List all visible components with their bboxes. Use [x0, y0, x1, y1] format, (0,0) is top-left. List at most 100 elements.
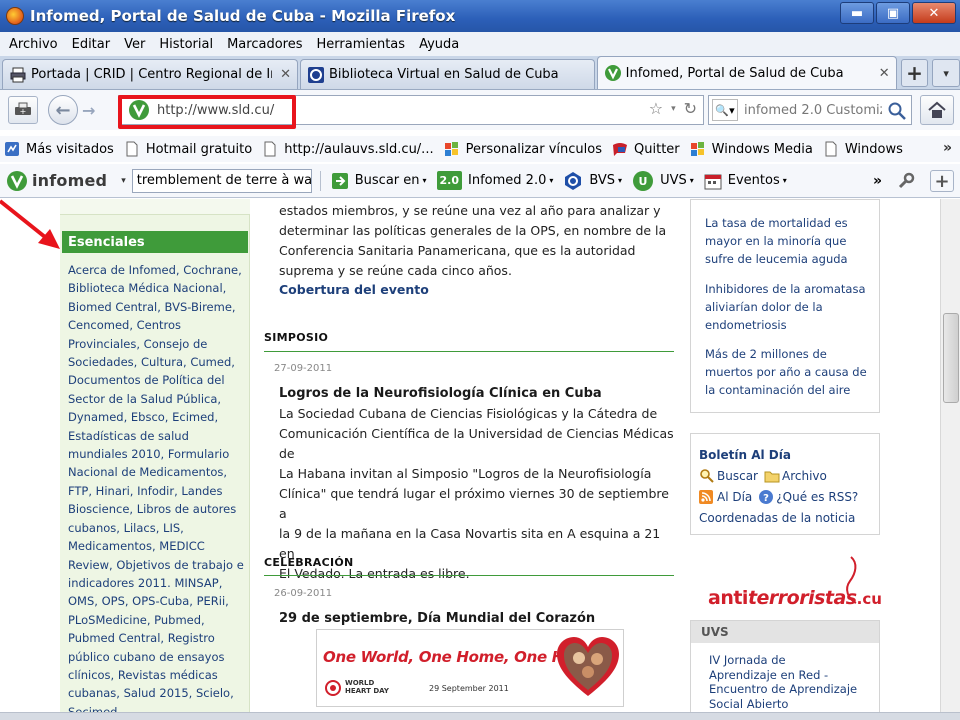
world-heart-day-banner[interactable]: One World, One Home, One Heart. WORLD HE…: [316, 629, 624, 707]
intro-line: determinar las políticas generales de la…: [279, 223, 667, 238]
scrollbar-thumb[interactable]: [943, 313, 959, 403]
chevron-down-icon[interactable]: ▾: [121, 176, 126, 186]
cobertura-link[interactable]: Cobertura del evento: [279, 282, 679, 297]
svg-text:+: +: [20, 107, 27, 116]
news-item[interactable]: La tasa de mortalidad es mayor en la min…: [705, 214, 848, 268]
maximize-button[interactable]: ▣: [876, 2, 910, 24]
article-title-neurofisiologia[interactable]: Logros de la Neurofisiología Clínica en …: [279, 386, 602, 401]
menu-herramientas[interactable]: Herramientas: [312, 37, 411, 52]
section-rule: [264, 351, 674, 352]
section-rule: [264, 575, 674, 576]
add-toolbar-item-button[interactable]: +: [930, 170, 954, 192]
firefox-logo-icon: [6, 7, 24, 25]
section-simposio: SIMPOSIO: [264, 331, 329, 344]
chevron-down-icon[interactable]: ▾: [671, 104, 676, 114]
bookmark-aulauvs[interactable]: http://aulauvs.sld.cu/...: [262, 141, 434, 157]
left-column-top-box: [60, 199, 250, 215]
coordenadas-link[interactable]: Coordenadas de la noticia: [699, 511, 855, 525]
toolbar-overflow-button[interactable]: »: [873, 173, 882, 189]
page-content: Esenciales Acerca de Infomed, Cochrane, …: [0, 199, 940, 720]
intro-line: Conferencia Sanitaria Panamericana, que …: [279, 243, 636, 258]
calendar-icon: [704, 174, 722, 189]
bookmark-hotmail[interactable]: Hotmail gratuito: [124, 141, 252, 157]
windows-icon: [444, 142, 458, 156]
menu-marcadores[interactable]: Marcadores: [222, 37, 307, 52]
star-icon[interactable]: ☆: [649, 99, 663, 118]
boletin-buscar-link[interactable]: Buscar: [717, 469, 758, 483]
uvs-news-item[interactable]: IV Jornada de Aprendizaje en Red - Encue…: [709, 653, 857, 711]
bookmark-manager-button[interactable]: +: [8, 96, 38, 124]
wrench-icon[interactable]: [896, 171, 916, 191]
tab-close-icon[interactable]: ✕: [879, 66, 890, 81]
article-title-corazon[interactable]: 29 de septiembre, Día Mundial del Corazó…: [279, 611, 595, 626]
bookmark-windows-media[interactable]: Windows Media: [690, 141, 813, 157]
buscar-en-button[interactable]: Buscar en ▾: [331, 172, 427, 190]
reload-icon[interactable]: ↻: [684, 99, 697, 118]
menu-ver[interactable]: Ver: [119, 37, 150, 52]
news-item[interactable]: Inhibidores de la aromatasa aliviarían d…: [705, 280, 866, 334]
menu-editar[interactable]: Editar: [67, 37, 116, 52]
intro-line: estados miembros, y se reúne una vez al …: [279, 203, 661, 218]
tab-infomed[interactable]: Infomed, Portal de Salud de Cuba ✕: [596, 56, 897, 89]
buscar-en-label: Buscar en: [354, 173, 420, 188]
infomed-logo-text: infomed: [32, 171, 108, 190]
toolbar-separator: [319, 170, 321, 191]
bookmark-label: Hotmail gratuito: [145, 141, 253, 157]
article-line: Comunicación Científica de la Universida…: [279, 426, 674, 461]
search-engine-icon[interactable]: 🔍▾: [712, 99, 738, 121]
search-input[interactable]: infomed 2.0 Customizec: [744, 103, 882, 118]
new-tab-button[interactable]: +: [900, 59, 929, 87]
esenciales-links[interactable]: Acerca de Infomed, Cochrane, Biblioteca …: [68, 261, 244, 720]
uvs-button[interactable]: U UVS ▾: [632, 170, 694, 192]
bookmark-label: Quitter: [634, 141, 680, 157]
bookmarks-overflow-button[interactable]: »: [943, 140, 952, 156]
boletin-archivo-link[interactable]: Archivo: [782, 469, 827, 483]
menu-bar: Archivo Editar Ver Historial Marcadores …: [0, 32, 960, 56]
rss-icon: [699, 490, 713, 504]
world-heart-logo-icon: [325, 680, 341, 696]
magnifier-icon: [700, 469, 714, 483]
search-box[interactable]: 🔍▾ infomed 2.0 Customizec: [708, 95, 912, 125]
menu-historial[interactable]: Historial: [154, 37, 218, 52]
article-line: Clínica" que tendrá lugar el próximo vie…: [279, 486, 669, 521]
search-icon[interactable]: [887, 101, 907, 121]
bookmark-mas-visitados[interactable]: Más visitados: [4, 141, 114, 157]
boletin-aldia-link[interactable]: Al Día: [717, 490, 752, 504]
bvs-icon: [308, 66, 324, 83]
home-button[interactable]: [920, 95, 954, 125]
chevron-down-icon: ▾: [782, 176, 787, 185]
printer-small-icon: +: [15, 102, 31, 116]
tab-biblioteca[interactable]: Biblioteca Virtual en Salud de Cuba: [300, 59, 595, 89]
forward-button[interactable]: →: [82, 101, 95, 120]
page-icon: [126, 141, 138, 157]
esenciales-heading: Esenciales: [62, 231, 248, 253]
title-bar: Infomed, Portal de Salud de Cuba - Mozil…: [0, 0, 960, 32]
infomed-search-input[interactable]: tremblement de terre à wa: [131, 168, 312, 193]
que-es-rss-link[interactable]: ¿Qué es RSS?: [776, 490, 858, 504]
bookmark-label: http://aulauvs.sld.cu/...: [284, 141, 434, 157]
tab-list-button[interactable]: ▾: [932, 59, 960, 87]
intro-line: suprema y se reúne cada cinco años.: [279, 263, 512, 278]
infomed20-button[interactable]: 2.0 Infomed 2.0 ▾: [436, 171, 553, 190]
bookmark-quitter[interactable]: Quitter: [612, 141, 680, 157]
back-button[interactable]: ←: [48, 95, 78, 125]
menu-ayuda[interactable]: Ayuda: [414, 37, 464, 52]
news-item[interactable]: Más de 2 millones de muertos por año a c…: [705, 345, 867, 399]
bookmark-label: Windows Media: [711, 141, 813, 157]
bvs-label: BVS: [589, 173, 616, 188]
tab-crid[interactable]: Portada | CRID | Centro Regional de Info…: [2, 59, 298, 89]
vertical-scrollbar[interactable]: [940, 199, 960, 720]
bvs-button[interactable]: BVS ▾: [563, 171, 622, 191]
windows-icon: [690, 142, 704, 156]
infomed-toolbar-logo[interactable]: infomed: [6, 170, 107, 192]
eventos-button[interactable]: Eventos ▾: [704, 172, 787, 190]
close-window-button[interactable]: ✕: [912, 2, 956, 24]
minimize-button[interactable]: ▬: [840, 2, 874, 24]
boletin-title[interactable]: Boletín Al Día: [699, 448, 791, 462]
bookmark-personalizar[interactable]: Personalizar vínculos: [444, 141, 602, 157]
tab-strip: Portada | CRID | Centro Regional de Info…: [0, 56, 960, 90]
menu-archivo[interactable]: Archivo: [4, 37, 63, 52]
tab-close-icon[interactable]: ✕: [280, 67, 291, 82]
bookmark-windows[interactable]: Windows: [823, 141, 903, 157]
infomed20-label: Infomed 2.0: [468, 173, 547, 188]
